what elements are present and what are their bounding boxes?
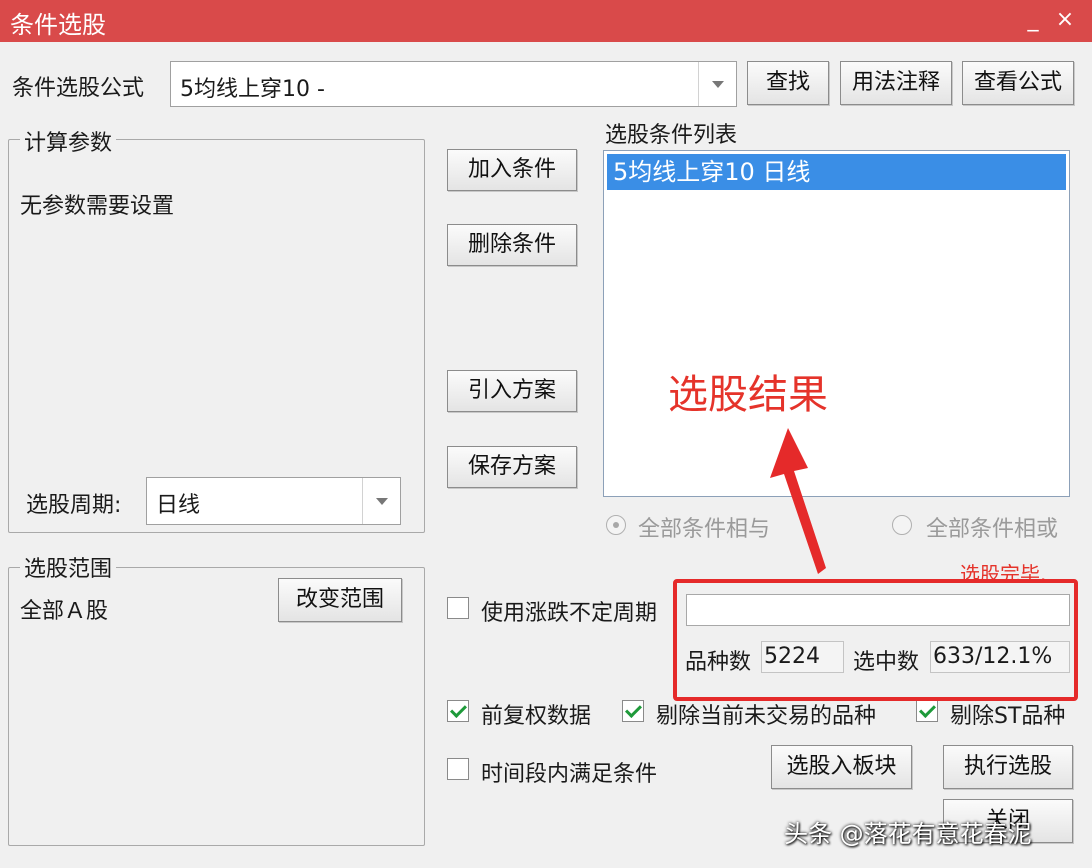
or-radio-label: 全部条件相或: [926, 517, 1059, 542]
uncertain-period-label: 使用涨跌不定周期: [481, 601, 658, 626]
params-group-title: 计算参数: [20, 125, 117, 157]
exclude-st-label: 剔除ST品种: [950, 704, 1066, 729]
save-scheme-button[interactable]: 保存方案: [447, 446, 577, 488]
uncertain-period-checkbox[interactable]: [447, 597, 469, 619]
fq-data-checkbox[interactable]: [447, 700, 469, 722]
import-scheme-button[interactable]: 引入方案: [447, 370, 577, 412]
and-radio-label: 全部条件相与: [638, 517, 771, 542]
exclude-untraded-checkbox[interactable]: [622, 700, 644, 722]
execute-button[interactable]: 执行选股: [943, 745, 1073, 789]
formula-label: 条件选股公式: [12, 76, 145, 101]
arrow-icon: [770, 428, 826, 574]
exclude-untraded-label: 剔除当前未交易的品种: [656, 704, 877, 729]
watermark-text: 头条 @落花有意花春泥: [784, 820, 1032, 848]
range-value: 全部Ａ股: [20, 599, 109, 624]
formula-value: 5均线上穿10 -: [180, 77, 325, 102]
exclude-st-checkbox[interactable]: [916, 700, 938, 722]
chevron-down-icon[interactable]: [698, 62, 736, 106]
change-range-button[interactable]: 改变范围: [278, 578, 402, 622]
minimize-button[interactable]: _: [1018, 4, 1048, 36]
condition-list-title: 选股条件列表: [605, 123, 738, 148]
delete-condition-button[interactable]: 删除条件: [447, 224, 577, 266]
range-group-title: 选股范围: [20, 551, 117, 583]
condition-list[interactable]: 5均线上穿10 日线: [603, 150, 1070, 497]
list-item[interactable]: 5均线上穿10 日线: [607, 154, 1066, 190]
window-title: 条件选股: [10, 11, 106, 39]
annotation-label: 选股结果: [668, 372, 828, 418]
add-condition-button[interactable]: 加入条件: [447, 149, 577, 191]
fq-data-label: 前复权数据: [481, 704, 592, 729]
time-range-label: 时间段内满足条件: [481, 762, 658, 787]
no-params-text: 无参数需要设置: [20, 194, 175, 219]
or-radio[interactable]: [892, 515, 912, 535]
add-to-block-button[interactable]: 选股入板块: [771, 745, 912, 789]
period-value: 日线: [156, 493, 201, 518]
find-button[interactable]: 查找: [747, 61, 829, 105]
chevron-down-icon[interactable]: [362, 478, 400, 524]
time-range-checkbox[interactable]: [447, 758, 469, 780]
period-label: 选股周期:: [26, 493, 122, 518]
annotation-arrow: [770, 428, 826, 574]
close-window-button[interactable]: ×: [1050, 4, 1080, 36]
title-bar: 条件选股 _ ×: [0, 0, 1092, 42]
period-dropdown[interactable]: 日线: [146, 477, 401, 525]
view-formula-button[interactable]: 查看公式: [962, 61, 1074, 105]
and-radio[interactable]: [606, 515, 626, 535]
usage-notes-button[interactable]: 用法注释: [840, 61, 952, 105]
formula-dropdown[interactable]: 5均线上穿10 -: [170, 61, 737, 107]
result-highlight-box: [673, 579, 1078, 701]
